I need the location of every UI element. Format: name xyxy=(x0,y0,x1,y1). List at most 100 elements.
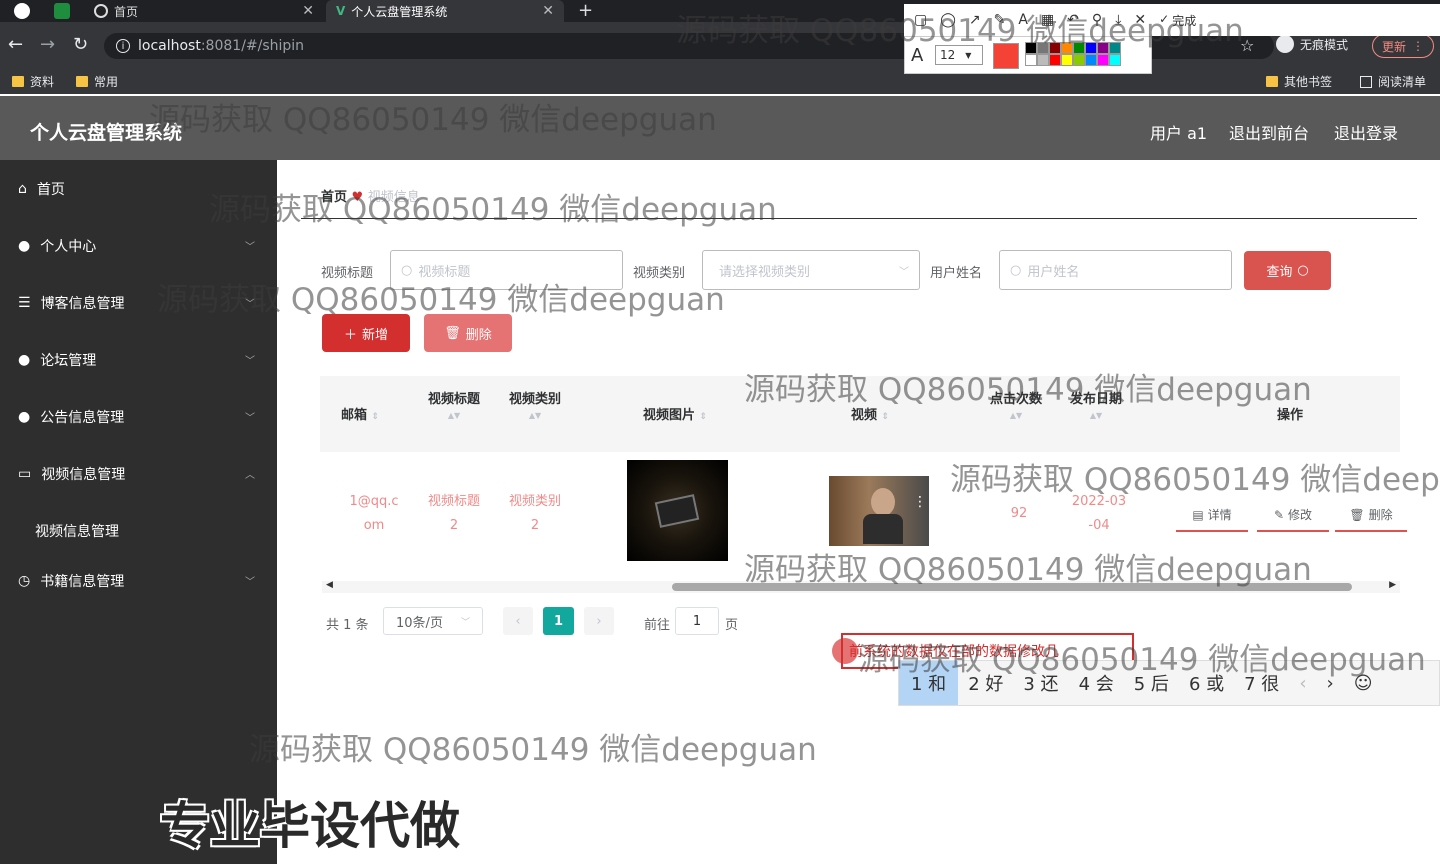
goto-page-input[interactable]: 1 xyxy=(675,607,719,635)
sidebar-item-forum[interactable]: ● 论坛管理 ﹀ xyxy=(0,331,277,388)
logout-link[interactable]: 退出登录 xyxy=(1334,120,1398,144)
sort-icon[interactable]: ▲▼ xyxy=(1056,411,1136,420)
sidebar-item-label: 视频信息管理 xyxy=(41,466,126,483)
home-icon: ⌂ xyxy=(18,180,27,197)
scroll-right-icon[interactable]: ▶ xyxy=(1389,580,1396,590)
folder-icon xyxy=(76,76,88,87)
prev-page-button[interactable]: ‹ xyxy=(503,607,533,635)
video-player[interactable]: ⋮ xyxy=(829,476,929,546)
page-unit: 页 xyxy=(725,618,739,633)
new-tab-icon[interactable]: + xyxy=(578,0,593,21)
back-icon[interactable]: ← xyxy=(8,34,23,55)
placeholder: 请选择视频类别 xyxy=(719,264,811,280)
globe-icon xyxy=(94,4,108,18)
url-host: localhost xyxy=(138,38,201,54)
delete-button[interactable]: 🗑 删除 xyxy=(424,314,512,352)
detail-button[interactable]: ▤ 详情 xyxy=(1176,506,1248,532)
cell-type: 视频类别 2 xyxy=(508,494,561,533)
chevron-down-icon: ﹀ xyxy=(899,266,909,278)
next-page-button[interactable]: › xyxy=(584,607,614,635)
info-icon: i xyxy=(116,39,130,53)
back-to-front-link[interactable]: 退出到前台 xyxy=(1229,120,1309,144)
query-button[interactable]: 查询 ○ xyxy=(1244,251,1331,290)
add-button[interactable]: ＋ 新增 xyxy=(322,314,410,352)
watermark: 源码获取 QQ86050149 微信deepguan xyxy=(858,642,1426,678)
bookmark-folder[interactable]: 其他书签 xyxy=(1266,73,1332,90)
cell-title: 视频标题 2 xyxy=(427,494,480,533)
more-icon: ⋮ xyxy=(1412,39,1424,53)
incognito-label: 无痕模式 xyxy=(1300,37,1349,52)
page-1-button[interactable]: 1 xyxy=(543,607,574,635)
clapperboard-icon xyxy=(654,494,700,528)
watermark: 源码获取 QQ86050149 微信deepguan xyxy=(157,282,725,318)
chevron-up-icon: ︿ xyxy=(245,470,255,481)
tab-home[interactable]: 首页 ✕ xyxy=(84,0,324,22)
plus-icon: ＋ xyxy=(343,327,357,343)
close-tab-icon[interactable]: ✕ xyxy=(302,3,314,19)
sidebar-item-notice[interactable]: ● 公告信息管理 ﹀ xyxy=(0,388,277,445)
close-tab-icon[interactable]: ✕ xyxy=(542,3,554,19)
col-title[interactable]: 视频标题 ▲▼ xyxy=(414,388,494,420)
bookmark-label: 阅读清单 xyxy=(1378,75,1427,89)
sidebar-item-books[interactable]: ◷ 书籍信息管理 ﹀ xyxy=(0,552,277,609)
dropdown-icon: ▼ xyxy=(965,50,972,60)
type-select[interactable]: 请选择视频类别 ﹀ xyxy=(702,250,920,290)
promo-text: 专业毕设代做 xyxy=(160,797,460,855)
swatch[interactable] xyxy=(1025,54,1037,66)
user-icon: ● xyxy=(18,408,31,425)
update-button[interactable]: 更新 ⋮ xyxy=(1372,34,1434,58)
more-icon[interactable]: ⋮ xyxy=(913,494,927,510)
user-search-input[interactable]: ○ 用户姓名 xyxy=(999,250,1232,290)
chevron-down-icon: ﹀ xyxy=(460,617,470,628)
folder-icon xyxy=(12,76,24,87)
user-icon: ● xyxy=(18,351,31,368)
page-size-select[interactable]: 10条/页 ﹀ xyxy=(383,607,483,635)
sheet-app-icon[interactable] xyxy=(54,3,70,19)
reload-icon[interactable]: ↻ xyxy=(73,34,88,55)
bookmark-folder[interactable]: 资料 xyxy=(12,73,54,90)
trash-icon: 🗑 xyxy=(1349,507,1365,522)
bookmark-folder[interactable]: 常用 xyxy=(76,73,118,90)
forward-icon[interactable]: → xyxy=(40,34,55,55)
sort-icon[interactable]: ▲▼ xyxy=(495,411,575,420)
swatch[interactable] xyxy=(1049,54,1061,66)
reading-list[interactable]: 阅读清单 xyxy=(1360,73,1426,90)
browser-menu-icon[interactable] xyxy=(14,3,30,19)
sort-icon[interactable]: ▲▼ xyxy=(414,411,494,420)
sidebar-subitem-video[interactable]: 视频信息管理 xyxy=(0,502,277,559)
total-count: 共 1 条 xyxy=(326,618,369,633)
add-label: 新增 xyxy=(362,327,389,343)
detail-label: 详情 xyxy=(1207,508,1232,522)
trash-icon: 🗑 xyxy=(444,325,461,341)
row-delete-button[interactable]: 🗑 删除 xyxy=(1335,506,1407,532)
swatch[interactable] xyxy=(1073,54,1085,66)
swatch[interactable] xyxy=(1037,54,1049,66)
col-email[interactable]: 邮箱 ⇕ xyxy=(320,404,400,423)
bookmark-label: 其他书签 xyxy=(1284,75,1333,89)
font-size-value: 12 xyxy=(940,48,956,62)
sidebar-item-video[interactable]: ▭ 视频信息管理 ︿ xyxy=(0,445,277,502)
folder-icon xyxy=(1266,76,1278,87)
edit-label: 修改 xyxy=(1288,508,1313,522)
scroll-left-icon[interactable]: ◀ xyxy=(326,580,333,590)
search-icon: ○ xyxy=(1010,262,1022,278)
tab-system[interactable]: V 个人云盘管理系统 ✕ xyxy=(326,0,564,22)
url-path: :8081/#/shipin xyxy=(200,38,305,54)
tab-label: 个人云盘管理系统 xyxy=(351,4,448,19)
col-image[interactable]: 视频图片 ⇕ xyxy=(600,404,750,423)
bookmarks-bar: 资料 常用 其他书签 阅读清单 xyxy=(0,68,1440,94)
edit-button[interactable]: ✎ 修改 xyxy=(1257,506,1329,532)
swatch[interactable] xyxy=(1097,54,1109,66)
video-cover-image[interactable] xyxy=(627,460,728,561)
clock-icon: ◷ xyxy=(18,572,31,589)
swatch[interactable] xyxy=(1085,54,1097,66)
incognito-chip[interactable]: 无痕模式 xyxy=(1276,35,1348,53)
cell-clicks: 92 xyxy=(1010,506,1028,521)
swatch[interactable] xyxy=(1109,54,1121,66)
chevron-down-icon: ﹀ xyxy=(245,242,255,253)
sort-icon[interactable]: ▲▼ xyxy=(976,411,1056,420)
list-icon: ☰ xyxy=(18,294,31,311)
swatch[interactable] xyxy=(1061,54,1073,66)
col-type[interactable]: 视频类别 ▲▼ xyxy=(495,388,575,420)
watermark: 源码获取 QQ86050149 微信deepguan xyxy=(209,192,777,228)
